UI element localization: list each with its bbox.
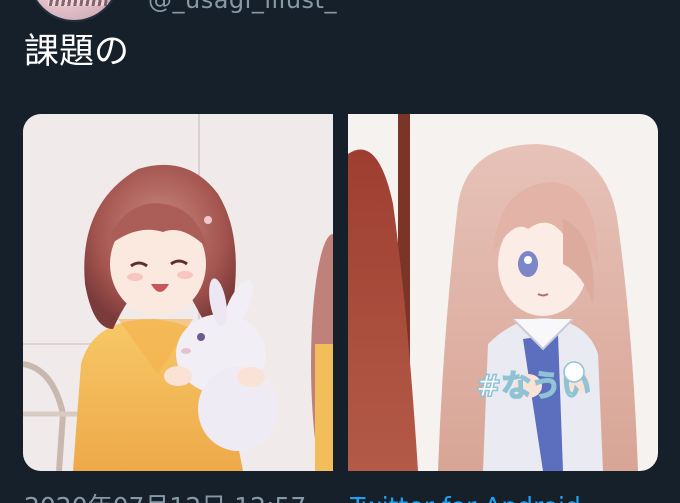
illustration-girl-with-rabbit [23,114,333,471]
media-image-2[interactable]: #なうい [348,114,658,471]
avatar[interactable] [28,0,120,22]
source-link[interactable]: Twitter for Android [350,492,581,503]
user-handle[interactable]: @_usagi_illust_ [148,0,337,14]
avatar-image [48,0,108,6]
tweet-detail: @_usagi_illust_ 課題の #なうい [0,0,680,503]
tweet-meta: 2020年07月12日 12:57 · Twitter for Android [24,487,581,503]
meta-separator: · [324,492,332,503]
media-image-1[interactable] [23,114,333,471]
media-grid: #なうい [23,114,658,471]
tweet-text: 課題の [24,32,130,72]
timestamp[interactable]: 2020年07月12日 12:57 [24,492,306,503]
illustration-girl-long-hair: #なうい [348,114,658,471]
